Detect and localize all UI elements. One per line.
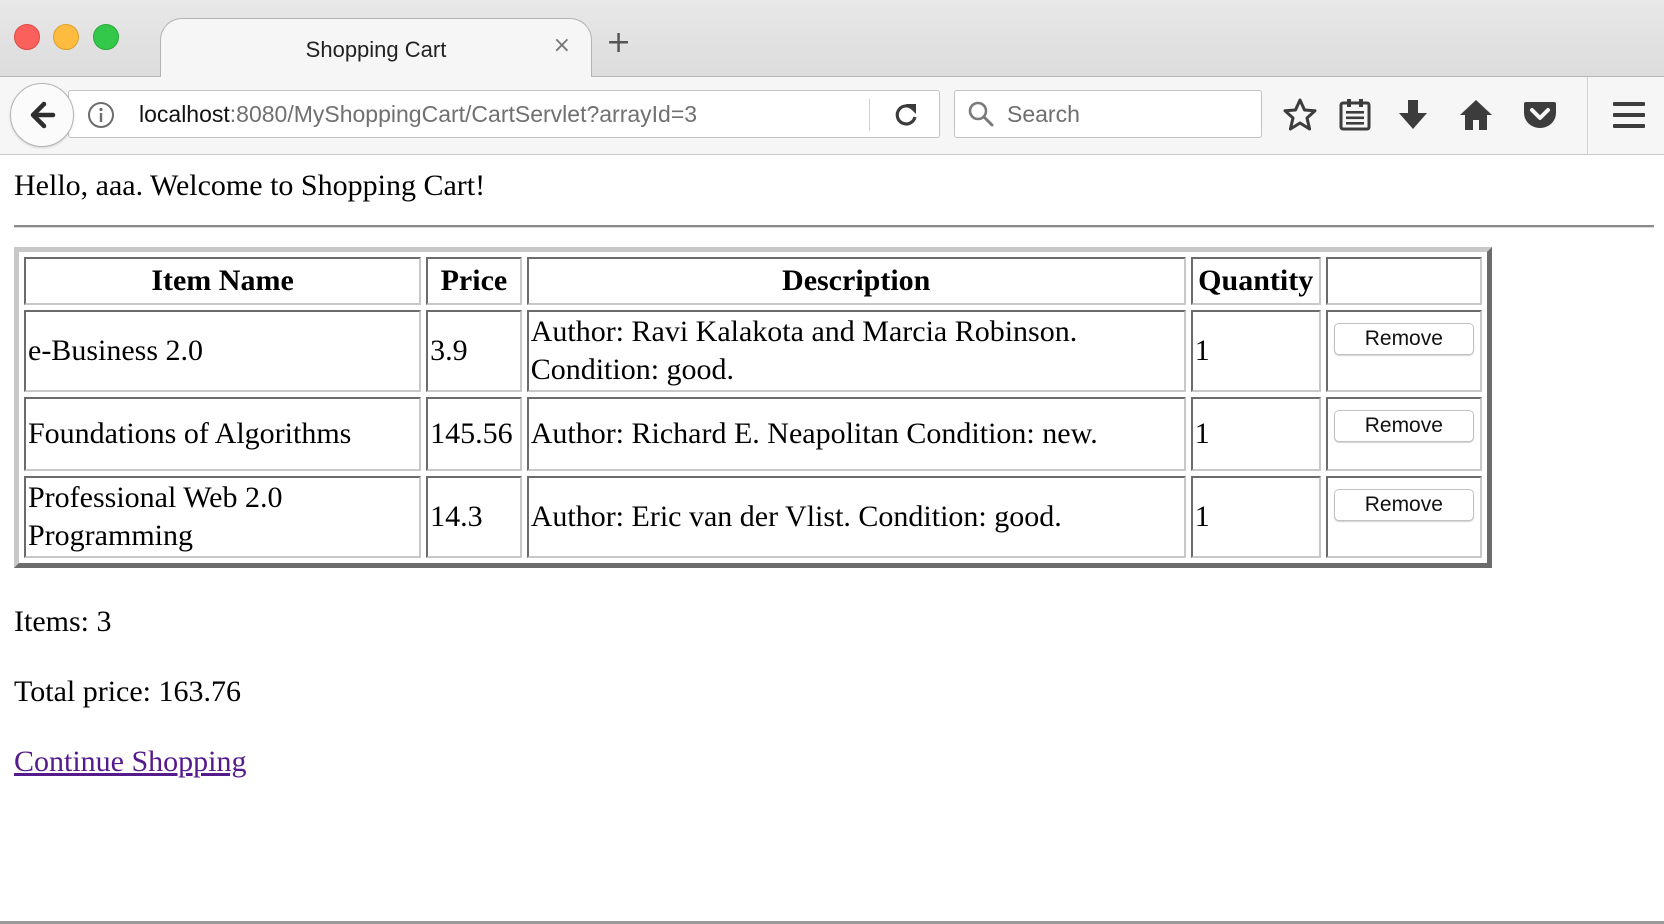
pocket-icon[interactable] [1522, 97, 1558, 138]
page-content: Hello, aaa. Welcome to Shopping Cart! It… [0, 155, 1664, 915]
cell-item-name: Professional Web 2.0 Programming [24, 476, 422, 558]
table-row: Professional Web 2.0 Programming 14.3 Au… [24, 476, 1482, 558]
table-header-row: Item Name Price Description Quantity [24, 257, 1482, 305]
tab-bar: Shopping Cart × + [0, 0, 1664, 77]
header-price: Price [426, 257, 522, 305]
cell-quantity: 1 [1190, 476, 1321, 558]
cell-quantity: 1 [1190, 397, 1321, 471]
cell-price: 3.9 [426, 310, 522, 392]
close-window-button[interactable] [14, 24, 40, 50]
tab-shopping-cart[interactable]: Shopping Cart × [160, 18, 592, 77]
remove-button[interactable]: Remove [1333, 489, 1474, 521]
remove-button[interactable]: Remove [1333, 410, 1474, 442]
cell-description: Author: Eric van der Vlist. Condition: g… [526, 476, 1186, 558]
search-placeholder: Search [1007, 101, 1080, 127]
table-row: Foundations of Algorithms 145.56 Author:… [24, 397, 1482, 471]
cell-description: Author: Ravi Kalakota and Marcia Robinso… [526, 310, 1186, 392]
header-description: Description [526, 257, 1186, 305]
cell-item-name: e-Business 2.0 [24, 310, 422, 392]
tab-close-icon[interactable]: × [553, 33, 571, 58]
remove-button[interactable]: Remove [1333, 323, 1474, 355]
search-box[interactable]: Search [954, 90, 1262, 138]
header-item-name: Item Name [24, 257, 422, 305]
toolbar-divider [1587, 77, 1588, 154]
reload-icon[interactable] [891, 100, 921, 135]
cell-price: 14.3 [426, 476, 522, 558]
download-icon[interactable] [1396, 97, 1430, 138]
back-icon [30, 101, 56, 129]
navigation-toolbar: localhost:8080/MyShoppingCart/CartServle… [0, 77, 1664, 155]
url-host: localhost [139, 101, 230, 127]
tab-title: Shopping Cart [305, 37, 447, 62]
items-count: Items: 3 [14, 605, 112, 638]
table-row: e-Business 2.0 3.9 Author: Ravi Kalakota… [24, 310, 1482, 392]
url-bar[interactable]: localhost:8080/MyShoppingCart/CartServle… [68, 90, 940, 138]
cell-item-name: Foundations of Algorithms [24, 397, 422, 471]
new-tab-button[interactable]: + [606, 28, 631, 58]
header-action [1325, 257, 1482, 305]
back-button[interactable] [10, 83, 74, 147]
horizontal-rule [14, 225, 1654, 228]
greeting-text: Hello, aaa. Welcome to Shopping Cart! [14, 169, 486, 202]
cell-action: Remove [1325, 310, 1482, 392]
url-text[interactable]: localhost:8080/MyShoppingCart/CartServle… [139, 101, 697, 128]
home-icon[interactable] [1458, 97, 1494, 138]
cell-description: Author: Richard E. Neapolitan Condition:… [526, 397, 1186, 471]
reading-list-icon[interactable] [1338, 97, 1372, 138]
zoom-window-button[interactable] [93, 24, 119, 50]
header-quantity: Quantity [1190, 257, 1321, 305]
total-price: Total price: 163.76 [14, 675, 242, 708]
cell-quantity: 1 [1190, 310, 1321, 392]
url-path: :8080/MyShoppingCart/CartServlet?arrayId… [229, 101, 698, 127]
url-separator [869, 99, 870, 131]
menu-icon[interactable] [1612, 100, 1646, 135]
cell-action: Remove [1325, 397, 1482, 471]
continue-shopping-link[interactable]: Continue Shopping [14, 745, 247, 779]
cell-action: Remove [1325, 476, 1482, 558]
bookmark-star-icon[interactable] [1282, 97, 1318, 138]
info-icon[interactable] [87, 101, 115, 134]
minimize-window-button[interactable] [53, 24, 79, 50]
cart-table: Item Name Price Description Quantity e-B… [14, 247, 1492, 568]
cell-price: 145.56 [426, 397, 522, 471]
search-icon [967, 100, 995, 133]
